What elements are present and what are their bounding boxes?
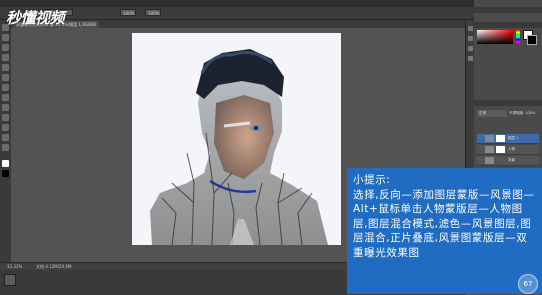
page-badge: 67 [518, 274, 538, 294]
layer-name: 图层 1 [508, 136, 519, 140]
flow-field[interactable]: 100% [145, 9, 161, 16]
marquee-tool-icon[interactable] [2, 34, 9, 41]
menu-bar[interactable] [0, 0, 542, 7]
crop-tool-icon[interactable] [2, 64, 9, 71]
layer-name: 人物 [508, 147, 515, 151]
essentials-bar[interactable] [474, 7, 542, 13]
layer-thumbnail [485, 135, 494, 142]
layer-blend-mode-select[interactable]: 正常 [477, 110, 507, 117]
layer-thumbnail [485, 157, 494, 164]
options-bar: 正常 100% 100% [0, 7, 542, 20]
tip-title: 小提示: [353, 174, 391, 186]
hue-slider[interactable] [516, 30, 520, 44]
layer-row[interactable]: 背景 [477, 156, 539, 166]
eyedropper-tool-icon[interactable] [2, 74, 9, 81]
layer-thumbnail [485, 146, 494, 153]
watermark-logo: 秒懂视频 [6, 9, 65, 27]
stamp-tool-icon[interactable] [2, 94, 9, 101]
hand-tool-icon[interactable] [2, 144, 9, 151]
layer-mask-thumbnail[interactable] [496, 135, 505, 142]
color-panel-tabs[interactable] [474, 22, 542, 28]
layer-opacity[interactable]: 不透明度: 100% [509, 110, 540, 117]
double-exposure-image [150, 49, 328, 245]
properties-icon[interactable] [468, 36, 473, 41]
layers-panel-tabs[interactable] [474, 100, 542, 106]
history-icon[interactable] [468, 26, 473, 31]
document-canvas[interactable] [132, 33, 341, 245]
character-panel-icon[interactable] [468, 56, 473, 61]
eraser-tool-icon[interactable] [2, 104, 9, 111]
brush-tool-icon[interactable] [2, 84, 9, 91]
background-color-icon[interactable] [2, 170, 9, 177]
brush-panel-icon[interactable] [468, 46, 473, 51]
lasso-tool-icon[interactable] [2, 44, 9, 51]
quick-select-tool-icon[interactable] [2, 54, 9, 61]
gradient-tool-icon[interactable] [2, 114, 9, 121]
type-tool-icon[interactable] [2, 134, 9, 141]
timeline-play-icon[interactable] [4, 274, 16, 286]
tip-overlay: 小提示: 选择,反向—添加图层蒙版—风景图—Alt+鼠标单击人物蒙版层—人物图层… [347, 168, 542, 294]
tip-body: 选择,反向—添加图层蒙版—风景图—Alt+鼠标单击人物蒙版层—人物图层,图层混合… [353, 188, 535, 259]
foreground-color-icon[interactable] [2, 160, 9, 167]
layer-row[interactable]: 人物 [477, 145, 539, 155]
color-picker-field[interactable] [477, 30, 513, 44]
pen-tool-icon[interactable] [2, 124, 9, 131]
opacity-field[interactable]: 100% [120, 9, 136, 16]
background-swatch[interactable] [527, 35, 537, 45]
layer-name: 背景 [508, 158, 515, 162]
photoshop-window: 正常 100% 100% 双重曝光效果.psd @ 33.3%(图层 1,RGB… [0, 0, 542, 295]
layer-mask-thumbnail[interactable] [496, 146, 505, 153]
layer-row[interactable]: 图层 1 [477, 134, 539, 144]
document-tab-bar: 双重曝光效果.psd @ 33.3%(图层 1,RGB/8) [11, 20, 465, 28]
